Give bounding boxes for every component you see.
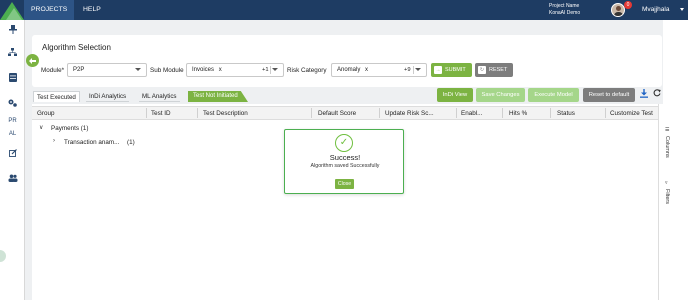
chevron-down-icon: [272, 68, 278, 71]
chevron-down-icon: [135, 68, 141, 71]
user-name[interactable]: Mvajjhala: [642, 0, 669, 20]
collapse-chevron-icon[interactable]: ∨: [39, 124, 43, 131]
columns-icon[interactable]: ☰: [665, 127, 669, 133]
settings-icon[interactable]: [0, 99, 25, 111]
dialog-message: Algorithm saved Successfully: [310, 163, 380, 169]
submodule-label: Sub Module: [150, 67, 184, 74]
risk-category-value: Anomaly: [337, 67, 361, 73]
module-value: P2P: [73, 67, 85, 73]
sidebar-item-label: PR: [8, 118, 17, 124]
reset-button[interactable]: ↻ RESET: [475, 63, 513, 77]
pin-icon[interactable]: [0, 25, 25, 37]
project-label: Project Name: [549, 3, 580, 9]
risk-category-label: Risk Category: [287, 67, 327, 74]
tab-ml-analytics[interactable]: ML Analytics: [139, 91, 180, 102]
edit-icon[interactable]: [0, 149, 25, 161]
dialog-title: Success!: [329, 153, 361, 162]
module-select[interactable]: P2P: [67, 63, 147, 77]
avatar[interactable]: [611, 3, 625, 17]
column-header-test-id[interactable]: Test ID: [151, 110, 171, 117]
column-header-update-risk-score[interactable]: Update Risk Sc...: [385, 110, 434, 117]
submodule-value: Invoices: [192, 67, 215, 73]
expand-chevron-icon[interactable]: ›: [53, 138, 55, 144]
column-divider: [146, 108, 147, 118]
chevron-down-icon[interactable]: [680, 8, 684, 11]
tab-test-not-initiated[interactable]: Test Not Initiated: [188, 91, 248, 102]
reset-icon: ↻: [478, 66, 486, 74]
submit-icon: →: [434, 66, 442, 74]
submit-label: SUBMIT: [445, 67, 466, 73]
section-title: Algorithm Selection: [42, 43, 111, 52]
column-header-status[interactable]: Status: [557, 110, 575, 117]
submodule-select[interactable]: Invoices x +1: [186, 63, 284, 77]
notification-badge[interactable]: 0: [624, 1, 632, 9]
column-divider: [311, 108, 312, 118]
group-row-count: (1): [127, 139, 135, 146]
sidebar-item-pr[interactable]: PR: [0, 115, 25, 127]
remove-chip-icon[interactable]: x: [219, 67, 222, 73]
submit-button[interactable]: → SUBMIT: [431, 63, 472, 77]
side-tool-panel: [658, 104, 688, 300]
column-divider: [456, 108, 457, 118]
divider: [413, 66, 414, 74]
column-divider: [379, 108, 380, 118]
save-changes-button[interactable]: Save Changes: [476, 88, 525, 102]
nav-tab-help[interactable]: HELP: [76, 0, 108, 20]
submodule-extra-count: +1: [262, 67, 269, 73]
column-divider: [197, 108, 198, 118]
sidebar-item-al[interactable]: AL: [0, 128, 25, 140]
column-header-test-description[interactable]: Test Description: [203, 110, 248, 117]
project-value: KonaAI Demo: [549, 10, 581, 16]
hierarchy-icon[interactable]: [0, 48, 25, 60]
column-divider: [605, 108, 606, 118]
close-button[interactable]: Close: [335, 179, 354, 189]
back-button[interactable]: [26, 54, 39, 67]
column-header-default-score[interactable]: Default Score: [318, 110, 356, 117]
column-header-enabled[interactable]: Enabl...: [461, 110, 482, 117]
tab-test-executed[interactable]: Test Executed: [33, 91, 80, 102]
check-circle-icon: ✓: [335, 134, 353, 152]
columns-panel-tab[interactable]: Columns: [664, 136, 670, 158]
reset-label: RESET: [489, 67, 508, 73]
tab-indi-analytics[interactable]: InDi Analytics: [86, 91, 130, 102]
module-label: Module*: [41, 67, 65, 74]
column-divider: [550, 108, 551, 118]
algorithm-selection-card: [32, 35, 662, 87]
column-header-hits[interactable]: Hits %: [509, 110, 527, 117]
chevron-down-icon: [415, 68, 421, 71]
refresh-icon[interactable]: [653, 89, 661, 99]
risk-category-select[interactable]: Anomaly x +9: [331, 63, 427, 77]
column-header-group[interactable]: Group: [37, 110, 55, 117]
filters-panel-tab[interactable]: Filters: [664, 189, 670, 204]
sidebar-item-label: AL: [8, 131, 17, 137]
database-icon[interactable]: [0, 73, 25, 85]
app-logo[interactable]: [0, 0, 24, 20]
nav-tab-projects[interactable]: PROJECTS: [24, 0, 75, 20]
success-dialog: ✓ Success! Algorithm saved Successfully …: [284, 129, 404, 194]
column-divider: [502, 108, 503, 118]
users-icon[interactable]: [0, 174, 25, 186]
group-row-transaction[interactable]: Transaction anam...: [64, 139, 119, 146]
reset-to-default-button[interactable]: Reset to default: [583, 88, 635, 102]
remove-chip-icon[interactable]: x: [365, 67, 368, 73]
download-icon[interactable]: [640, 89, 648, 100]
divider: [270, 66, 271, 74]
indi-view-button[interactable]: InDi View: [437, 88, 473, 102]
filter-icon[interactable]: ▿: [665, 180, 668, 186]
execute-model-button[interactable]: Execute Model: [528, 88, 579, 102]
column-header-customize-test[interactable]: Customize Test: [610, 110, 653, 117]
risk-extra-count: +9: [404, 67, 411, 73]
group-row-payments[interactable]: Payments (1): [51, 125, 88, 132]
project-info[interactable]: Project Name KonaAI Demo: [549, 3, 580, 17]
